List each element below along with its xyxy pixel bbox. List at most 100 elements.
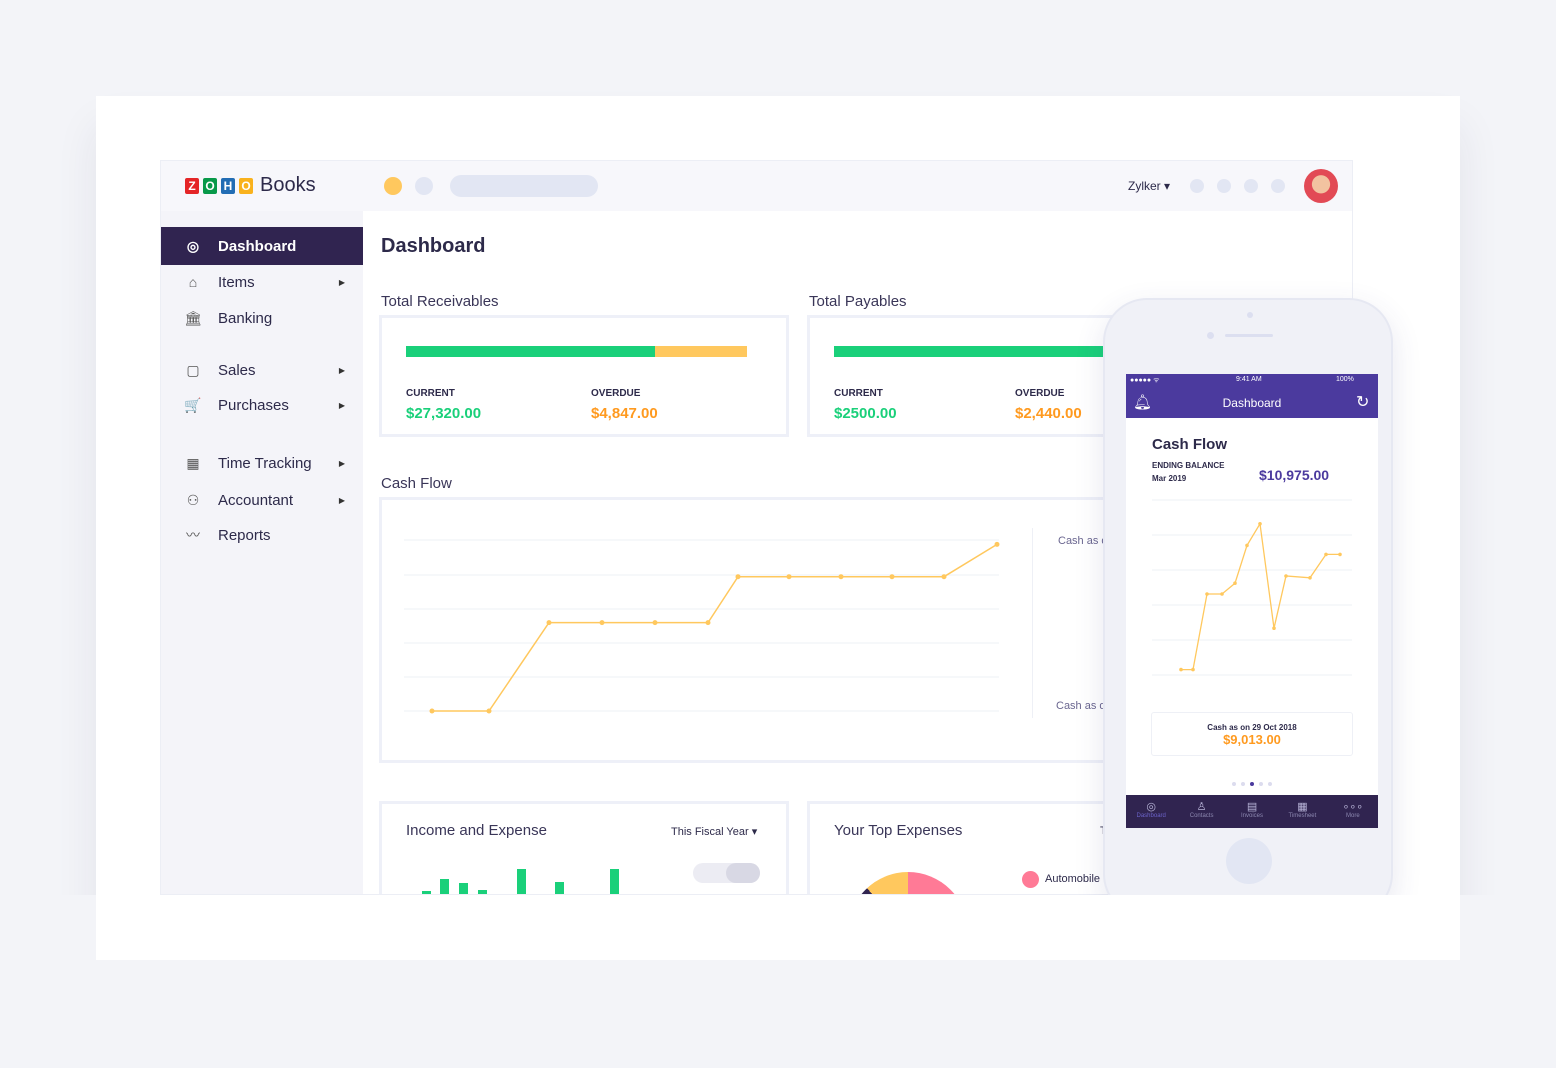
- sidebar-item-banking[interactable]: 🏛 Banking: [161, 299, 363, 337]
- phone-cashflow-chart: [1152, 499, 1352, 676]
- tab-label: Timesheet: [1288, 813, 1317, 819]
- tab-label: Invoices: [1241, 813, 1264, 819]
- phone-card-title: Cash Flow: [1152, 436, 1228, 453]
- ending-date: Mar 2019: [1152, 474, 1187, 483]
- phone-cashflow-point: [1324, 552, 1328, 557]
- phone-tab-more[interactable]: ∘∘∘ More: [1328, 800, 1378, 828]
- phone-cashflow-point: [1233, 581, 1237, 585]
- sidebar-item-label: Banking: [218, 309, 273, 327]
- cash-as-on-end: Cash as o: [1056, 700, 1106, 712]
- bank-icon: 🏛: [184, 309, 202, 326]
- cashflow-point: [994, 541, 1000, 547]
- org-switcher[interactable]: Zylker ▾: [1128, 179, 1170, 193]
- phone-cashflow-point: [1308, 576, 1312, 580]
- cash-as-on-start: Cash as o: [1058, 535, 1108, 547]
- status-dot: [384, 177, 402, 195]
- sidebar-item-label: Purchases: [218, 396, 289, 414]
- header-icon[interactable]: [1271, 179, 1285, 193]
- chevron-right-icon: ▶: [338, 400, 345, 410]
- period-dropdown[interactable]: This Fiscal Year ▾: [671, 825, 757, 838]
- more-icon: ∘∘∘: [1342, 801, 1364, 813]
- logo-letter: O: [239, 177, 253, 194]
- header-icon[interactable]: [1217, 179, 1231, 193]
- receivables-overdue: $4,847.00: [591, 405, 658, 422]
- phone-cashflow-point: [1191, 667, 1195, 672]
- search-bar[interactable]: [450, 175, 598, 197]
- product-name: Books: [260, 174, 316, 196]
- header-icon[interactable]: [1244, 179, 1258, 193]
- sidebar-item-accountant[interactable]: ⚇ Accountant ▶: [161, 481, 363, 519]
- overdue-label: OVERDUE: [1015, 388, 1065, 399]
- phone-cashflow-point: [1338, 552, 1342, 557]
- phone-tab-dashboard[interactable]: ◎ Dashboard: [1126, 800, 1176, 828]
- sidebar-item-dashboard[interactable]: ◎ Dashboard: [161, 227, 363, 265]
- income-expense-title: Income and Expense: [406, 822, 547, 839]
- contacts-icon: ♙: [1196, 801, 1207, 813]
- sidebar-item-items[interactable]: ⌂ Items ▶: [161, 263, 363, 301]
- phone-tab-bar: ◎ Dashboard ♙ Contacts ▤ Invoices ▦ Timesheet ∘∘…: [1126, 795, 1378, 828]
- legend-label: Automobile E: [1045, 873, 1111, 885]
- legend-swatch: [1022, 871, 1039, 888]
- sidebar-item-label: Items: [218, 273, 255, 291]
- overdue-label: OVERDUE: [591, 388, 641, 399]
- person-icon: ⚇: [186, 491, 200, 508]
- cash-as-on-label: Cash as on 29 Oct 2018: [1207, 723, 1297, 732]
- sidebar-item-label: Sales: [218, 361, 256, 379]
- sidebar-item-time-tracking[interactable]: ▦ Time Tracking ▶: [161, 444, 363, 482]
- page-dot[interactable]: [1250, 782, 1254, 786]
- sidebar-item-label: Reports: [218, 526, 271, 544]
- status-time: 9:41 AM: [1236, 376, 1262, 383]
- phone-cashflow-line: [1181, 521, 1340, 671]
- avatar[interactable]: [1304, 169, 1338, 203]
- cashflow-point: [786, 574, 792, 580]
- tab-label: Contacts: [1189, 813, 1214, 819]
- page-dot[interactable]: [1259, 782, 1263, 786]
- home-button[interactable]: [1226, 838, 1272, 884]
- payables-current: $2500.00: [834, 405, 897, 422]
- expenses-pie: [848, 872, 968, 894]
- top-bar: Z O H O Books Zylker ▾: [161, 161, 1352, 211]
- phone-cashflow-point: [1258, 522, 1262, 526]
- cashflow-chart: [404, 539, 1000, 714]
- phone-tab-contacts[interactable]: ♙ Contacts: [1176, 800, 1226, 828]
- phone-tab-invoices[interactable]: ▤ Invoices: [1227, 800, 1277, 828]
- zoho-books-logo[interactable]: Z O H O Books: [185, 174, 316, 197]
- phone-tab-timesheet[interactable]: ▦ Timesheet: [1277, 800, 1327, 828]
- income-bar: [610, 869, 619, 894]
- timesheet-icon: ▦: [1297, 801, 1308, 813]
- sidebar-item-sales[interactable]: ▢ Sales ▶: [161, 351, 363, 389]
- ending-balance-value: $10,975.00: [1259, 467, 1330, 483]
- sidebar-item-purchases[interactable]: 🛒 Purchases ▶: [161, 386, 363, 424]
- chart-toggle[interactable]: [693, 863, 760, 883]
- cashflow-point: [838, 574, 844, 580]
- header-icon[interactable]: [1190, 179, 1204, 193]
- top-expenses-title: Your Top Expenses: [834, 822, 963, 839]
- logo-letter: Z: [185, 177, 199, 194]
- page-dot[interactable]: [1241, 782, 1245, 786]
- tab-label: More: [1345, 813, 1360, 819]
- income-expense-card: Income and Expense This Fiscal Year ▾: [379, 801, 789, 894]
- phone-header: ●●●●● ᯤ 9:41 AM 100% 🔔︎ Dashboard ↻: [1126, 374, 1378, 418]
- receivables-label: Total Receivables: [381, 293, 499, 310]
- refresh-icon[interactable]: ↻: [1356, 392, 1369, 412]
- income-bar: [517, 869, 526, 894]
- divider: [1032, 528, 1033, 718]
- page-title: Dashboard: [381, 235, 486, 257]
- tab-label: Dashboard: [1136, 813, 1166, 819]
- page-dot[interactable]: [1232, 782, 1236, 786]
- signal-icon: ●●●●● ᯤ: [1130, 377, 1160, 384]
- payables-label: Total Payables: [809, 293, 907, 310]
- cashflow-point: [941, 574, 947, 580]
- sidebar-item-reports[interactable]: 〰 Reports: [161, 516, 363, 554]
- cash-as-on-card: Cash as on 29 Oct 2018 $9,013.00: [1151, 712, 1353, 756]
- page-indicator[interactable]: [1126, 782, 1378, 786]
- cashflow-card: Cash as o Cash as o: [379, 497, 1139, 763]
- cashflow-point: [599, 620, 605, 626]
- sidebar: ◎ Dashboard ⌂ Items ▶ 🏛 Banking ▢ Sales ▶ 🛒 Purchas…: [161, 211, 363, 894]
- cashflow-point: [705, 620, 711, 626]
- cashflow-point: [735, 574, 741, 580]
- cashflow-point: [429, 708, 435, 714]
- placeholder-dot: [415, 177, 433, 195]
- page-dot[interactable]: [1268, 782, 1272, 786]
- dashboard-icon: ◎: [1146, 801, 1156, 813]
